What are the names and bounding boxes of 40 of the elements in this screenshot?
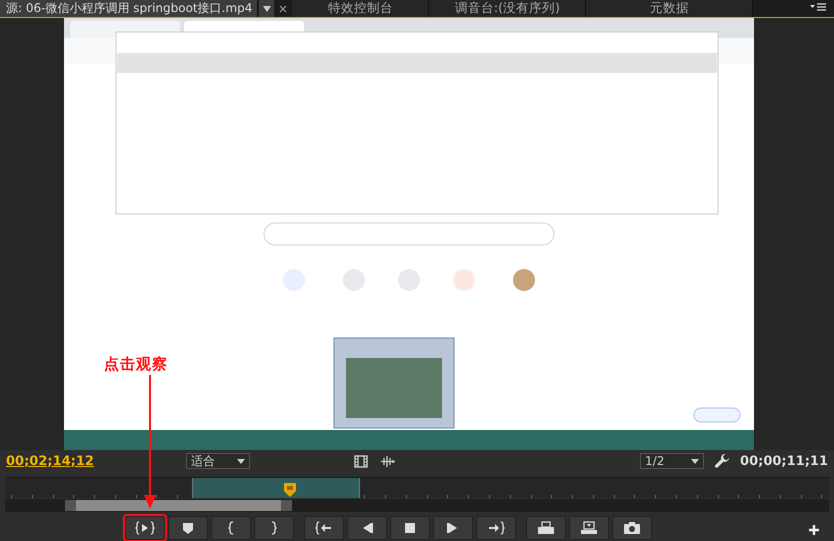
camera-icon [621, 521, 643, 535]
go-in-button[interactable] [304, 516, 344, 540]
play-in-out-button[interactable] [125, 516, 165, 540]
insert-icon [535, 521, 557, 535]
resolution-dropdown[interactable]: 1/2 [640, 453, 704, 469]
marker-button[interactable] [168, 516, 208, 540]
stop-button[interactable] [390, 516, 430, 540]
mark-out-button[interactable] [254, 516, 294, 540]
caret-icon [236, 458, 245, 464]
zoom-dropdown[interactable]: 适合 [186, 453, 250, 469]
caret-icon [262, 6, 271, 12]
go-out-button[interactable] [476, 516, 516, 540]
panel-tab[interactable]: 元数据 [586, 0, 754, 17]
bracket-icon [271, 521, 277, 535]
overlay-button[interactable] [569, 516, 609, 540]
step-back-button[interactable] [347, 516, 387, 540]
zoom-scroll-handle[interactable] [65, 500, 292, 511]
waveform-icon[interactable] [380, 454, 396, 468]
playhead-icon[interactable] [284, 483, 296, 497]
panel-tab[interactable]: 源: 06-微信小程序调用 springboot接口.mp4 [0, 0, 258, 17]
insert-button[interactable] [526, 516, 566, 540]
panel-tab[interactable]: 特效控制台 [292, 0, 430, 17]
annotation-label: 点击观察 [104, 355, 168, 374]
duration-timecode: 00;00;11;11 [740, 454, 828, 468]
export-frame-button[interactable] [612, 516, 652, 540]
step-forward-button[interactable] [433, 516, 473, 540]
tab-menu-button[interactable] [258, 0, 274, 17]
bracket-icon [228, 521, 234, 535]
in-out-range[interactable] [192, 478, 360, 498]
overlay-icon [578, 521, 600, 535]
mark-in-button[interactable] [211, 516, 251, 540]
add-button-icon[interactable] [808, 524, 820, 536]
panel-menu-icon[interactable] [810, 3, 826, 12]
panel-tab[interactable]: 调音台:(没有序列) [429, 0, 586, 17]
wrench-icon[interactable] [714, 453, 730, 469]
close-icon[interactable] [279, 4, 288, 12]
film-icon[interactable] [354, 454, 368, 468]
play-brackets-icon [134, 521, 156, 535]
caret-icon [691, 458, 700, 464]
current-timecode[interactable]: 00;02;14;12 [6, 454, 94, 468]
